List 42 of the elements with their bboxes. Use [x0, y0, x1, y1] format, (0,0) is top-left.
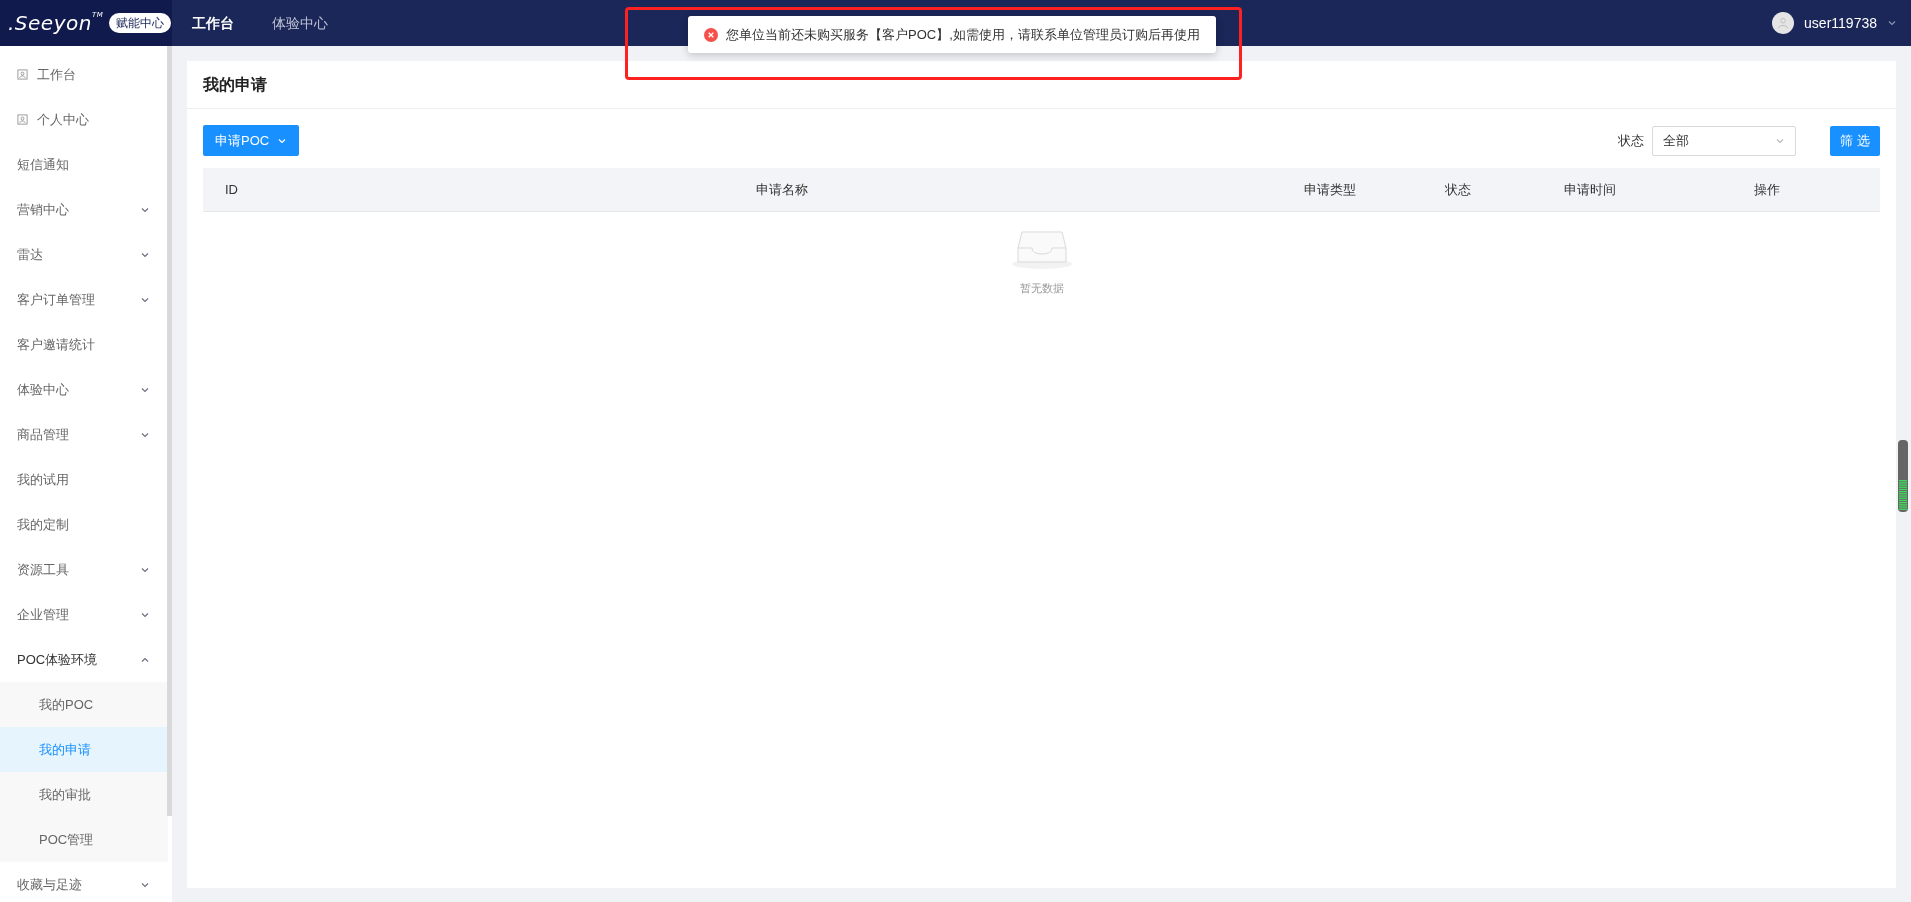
- toast-message: 您单位当前还未购买服务【客户POC】,如需使用，请联系单位管理员订购后再使用: [726, 25, 1200, 44]
- sidebar-item[interactable]: 客户邀请统计: [0, 322, 168, 367]
- sidebar-subitem[interactable]: 我的POC: [0, 682, 168, 727]
- status-label: 状态: [1618, 131, 1645, 150]
- sidebar-item[interactable]: 工作台: [0, 52, 168, 97]
- column-header: 操作: [1753, 180, 1781, 199]
- sidebar-subitem[interactable]: 我的审批: [0, 772, 168, 817]
- sidebar-item[interactable]: 体验中心: [0, 367, 168, 412]
- column-header: 申请名称: [754, 180, 809, 199]
- contact-card-icon: [17, 114, 28, 125]
- nav-tab[interactable]: 体验中心: [272, 12, 328, 34]
- empty-inbox-icon: [1009, 228, 1074, 270]
- error-icon: [704, 27, 718, 42]
- sidebar-item[interactable]: 资源工具: [0, 547, 168, 592]
- sidebar-item[interactable]: 我的定制: [0, 502, 168, 547]
- chevron-icon: [1887, 18, 1897, 28]
- column-header: ID: [224, 180, 239, 199]
- column-header: 状态: [1444, 180, 1472, 199]
- sidebar-item[interactable]: 客户订单管理: [0, 277, 168, 322]
- sidebar-item[interactable]: 个人中心: [0, 97, 168, 142]
- page-title: 我的申请: [203, 74, 267, 95]
- status-select[interactable]: 全部: [1652, 125, 1797, 156]
- sidebar-item[interactable]: 短信通知: [0, 142, 168, 187]
- sidebar-item[interactable]: 营销中心: [0, 187, 168, 232]
- avatar-icon[interactable]: [1772, 12, 1795, 34]
- nav-tab[interactable]: 工作台: [192, 12, 234, 34]
- filter-button[interactable]: 筛 选: [1830, 125, 1880, 156]
- sidebar-item[interactable]: POC体验环境: [0, 637, 168, 682]
- user-name[interactable]: user119738: [1804, 12, 1877, 34]
- sidebar-item[interactable]: 企业管理: [0, 592, 168, 637]
- apply-poc-button[interactable]: 申请POC: [203, 125, 300, 156]
- sidebar-item[interactable]: 雷达: [0, 232, 168, 277]
- contact-card-icon: [17, 69, 28, 80]
- column-header: 申请类型: [1303, 180, 1357, 199]
- center-badge: 赋能中心: [109, 13, 172, 33]
- floating-meter-drawing[interactable]: [1897, 440, 1909, 512]
- sidebar-item[interactable]: 我的试用: [0, 457, 168, 502]
- sidebar-item[interactable]: 收藏与足迹: [0, 862, 168, 902]
- empty-text: 暂无数据: [1019, 281, 1064, 296]
- sidebar-subitem[interactable]: POC管理: [0, 817, 168, 862]
- sidebar-item[interactable]: 商品管理: [0, 412, 168, 457]
- column-header: 申请时间: [1563, 180, 1617, 199]
